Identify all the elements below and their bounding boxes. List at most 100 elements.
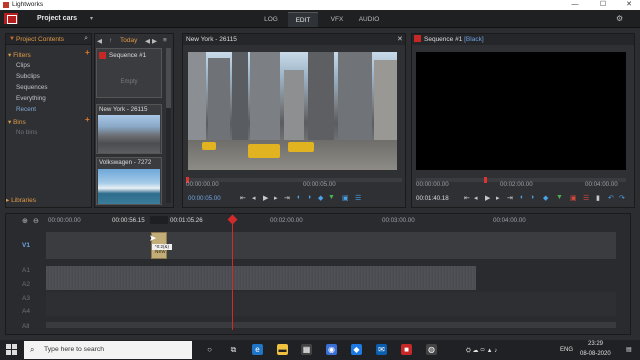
tab-audio[interactable]: AUDIO xyxy=(354,12,384,27)
lightworks-taskbar-icon[interactable]: ■ xyxy=(401,344,412,355)
clip-card-volkswagen[interactable]: Volkswagen - 7272 xyxy=(96,157,162,205)
gear-icon[interactable]: ⚙ xyxy=(616,14,625,23)
close-button[interactable]: ✕ xyxy=(620,0,638,10)
tab-vfx[interactable]: VFX xyxy=(324,12,350,27)
search-icon[interactable]: ⌕ xyxy=(84,35,88,43)
filters-heading[interactable]: ▾ Filters xyxy=(8,51,31,59)
zoom-out-icon[interactable]: ⊖ xyxy=(33,217,39,225)
sequence-card-empty: Empty xyxy=(120,79,138,85)
mark-in-icon[interactable]: ◐ xyxy=(520,194,524,201)
dropbox-icon[interactable]: ◆ xyxy=(351,344,362,355)
audio-level-icon[interactable]: ▮ xyxy=(596,194,600,202)
step-back-icon[interactable]: ◂ xyxy=(252,194,256,202)
extract-icon[interactable]: ▼ xyxy=(556,194,563,201)
step-forward-icon[interactable]: ▸ xyxy=(274,194,278,202)
track-a1-label[interactable]: A1 xyxy=(22,267,30,274)
source-timecode[interactable]: 00:00:05.00 xyxy=(188,195,221,202)
tab-log[interactable]: LOG xyxy=(257,12,285,27)
record-title: Sequence #1 xyxy=(424,36,463,43)
source-video-frame[interactable] xyxy=(188,52,397,170)
prev-edit-icon[interactable]: ⇤ xyxy=(240,194,246,202)
maximize-button[interactable]: ☐ xyxy=(594,0,612,10)
notification-icon[interactable]: ▤ xyxy=(626,346,632,353)
add-bin-icon[interactable]: + xyxy=(85,115,90,124)
up-arrow-icon[interactable]: ↑ xyxy=(109,37,112,44)
mark-out-icon[interactable]: ◑ xyxy=(530,194,534,201)
language-indicator[interactable]: ENG xyxy=(560,347,573,353)
track-a4-label[interactable]: A4 xyxy=(22,308,30,315)
filter-item-recent[interactable]: Recent xyxy=(16,106,36,113)
minimize-button[interactable]: — xyxy=(566,0,584,10)
scrollbar-thumb[interactable] xyxy=(166,48,171,108)
clock-time[interactable]: 23:29 xyxy=(588,341,603,347)
delete-icon[interactable]: ▣ xyxy=(570,194,577,202)
bins-heading[interactable]: ▾ Bins xyxy=(8,118,26,126)
record-timecode[interactable]: 00:01:40.18 xyxy=(416,195,449,202)
prev-page-icon[interactable]: ◀ xyxy=(145,37,150,45)
windows-start-icon[interactable] xyxy=(6,344,18,356)
clip-card-new-york[interactable]: New York - 26115 xyxy=(96,104,162,154)
play-icon[interactable]: ▶ xyxy=(485,194,490,202)
overwrite-icon[interactable]: ▼ xyxy=(328,194,335,201)
lift-icon[interactable]: ◆ xyxy=(543,194,548,202)
store-icon[interactable]: ▦ xyxy=(301,344,312,355)
cortana-icon[interactable]: ○ xyxy=(204,344,215,355)
fullscreen-icon[interactable]: ▣ xyxy=(342,194,349,202)
filter-item-sequences[interactable]: Sequences xyxy=(16,84,48,91)
add-filter-icon[interactable]: + xyxy=(85,48,90,57)
chevron-down-icon[interactable]: ▾ xyxy=(90,15,93,22)
sequence-card[interactable]: Sequence #1 Empty xyxy=(96,48,162,98)
filter-item-subclips[interactable]: Subclips xyxy=(16,73,40,80)
task-view-icon[interactable]: ⧉ xyxy=(228,344,239,355)
browser-menu-icon[interactable]: ≡ xyxy=(163,37,167,44)
clip-name: New York - 26115 xyxy=(99,106,148,113)
chrome-like-icon[interactable]: ◉ xyxy=(326,344,337,355)
mark-in-icon[interactable]: ◐ xyxy=(297,194,301,201)
in-out-range-marker[interactable] xyxy=(150,216,168,224)
app-icon[interactable]: ◍ xyxy=(426,344,437,355)
filter-item-everything[interactable]: Everything xyxy=(16,95,46,102)
record-video-frame[interactable] xyxy=(416,52,626,170)
zoom-in-icon[interactable]: ⊕ xyxy=(22,217,28,225)
track-v1-label[interactable]: V1 xyxy=(22,242,30,249)
tab-edit[interactable]: EDIT xyxy=(288,12,318,27)
lightworks-logo-icon[interactable] xyxy=(4,13,18,24)
taskbar-search-box[interactable]: ⌕ Type here to search xyxy=(24,341,192,359)
file-explorer-icon[interactable]: ▬ xyxy=(277,344,288,355)
collapse-triangle-icon[interactable]: ▼ xyxy=(9,36,15,42)
mail-icon[interactable]: ✉ xyxy=(376,344,387,355)
project-title[interactable]: Project cars xyxy=(37,15,77,22)
play-icon[interactable]: ▶ xyxy=(263,194,268,202)
mark-out-icon[interactable]: ◑ xyxy=(307,194,311,201)
prev-edit-icon[interactable]: ⇤ xyxy=(464,194,470,202)
insert-icon[interactable]: ◆ xyxy=(318,194,323,202)
browser-scrollbar[interactable] xyxy=(166,48,171,203)
edge-browser-icon[interactable]: e xyxy=(252,344,263,355)
close-icon[interactable]: ✕ xyxy=(397,35,403,43)
timeline-scrollbar[interactable] xyxy=(46,322,616,328)
next-edit-icon[interactable]: ⇥ xyxy=(507,194,513,202)
back-arrow-icon[interactable]: ◀ xyxy=(97,37,102,45)
viewer-menu-icon[interactable]: ☰ xyxy=(355,194,361,202)
redo-icon[interactable]: ↷ xyxy=(619,194,625,202)
libraries-heading[interactable]: ▸ Libraries xyxy=(6,196,36,204)
clip-name: Volkswagen - 7272 xyxy=(99,159,152,166)
record-playhead[interactable] xyxy=(484,177,487,183)
audio-track-a3-a4[interactable] xyxy=(46,292,616,316)
audio-waveform-a1-a2[interactable] xyxy=(46,266,476,290)
filter-item-clips[interactable]: Clips xyxy=(16,62,30,69)
track-a3-label[interactable]: A3 xyxy=(22,295,30,302)
cut-icon[interactable]: ☰ xyxy=(583,194,589,202)
step-back-icon[interactable]: ◂ xyxy=(474,194,478,202)
track-a2-label[interactable]: A2 xyxy=(22,281,30,288)
next-edit-icon[interactable]: ⇥ xyxy=(284,194,290,202)
next-page-icon[interactable]: ▶ xyxy=(152,37,157,45)
clock-date[interactable]: 08-08-2020 xyxy=(580,351,611,357)
step-forward-icon[interactable]: ▸ xyxy=(496,194,500,202)
today-label[interactable]: Today xyxy=(120,37,137,44)
timeline-playhead[interactable] xyxy=(232,218,233,330)
video-track-v1[interactable] xyxy=(46,232,616,259)
track-all-label[interactable]: All xyxy=(22,323,29,330)
undo-icon[interactable]: ↶ xyxy=(608,194,614,202)
tray-icons[interactable]: ⛭ ☁ ▭ ▲ ♪ xyxy=(466,347,497,355)
